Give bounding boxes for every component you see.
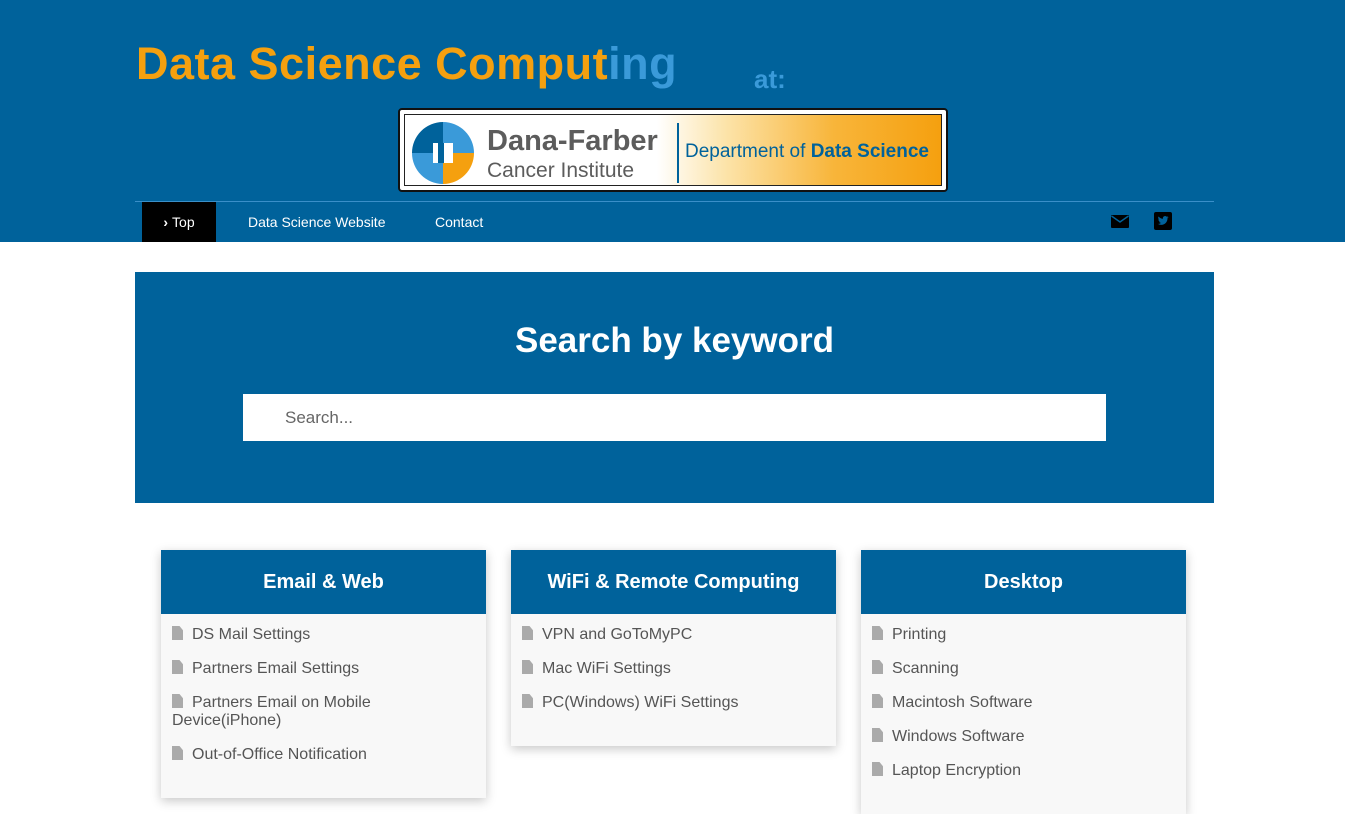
logo-panel: Dana-Farber Cancer Institute Department … (404, 114, 942, 186)
logo-department: Department of Data Science (685, 141, 929, 163)
list-item[interactable]: Out-of-Office Notification (172, 746, 476, 764)
list-item[interactable]: VPN and GoToMyPC (522, 626, 826, 644)
card-title: WiFi & Remote Computing (511, 550, 836, 614)
chevron-right-icon: › (163, 214, 169, 230)
dana-farber-mark-icon (412, 122, 474, 184)
nav-item-data-science-website[interactable]: Data Science Website (248, 202, 385, 242)
list-item[interactable]: Mac WiFi Settings (522, 660, 826, 678)
document-icon (872, 626, 883, 640)
nav-item-contact[interactable]: Contact (435, 202, 483, 242)
logo-name: Dana-Farber (487, 125, 658, 157)
card-title: Desktop (861, 550, 1186, 614)
card-title: Email & Web (161, 550, 486, 614)
site-title: Data Science Computing (136, 38, 677, 90)
category-card-email-web: Email & Web DS Mail Settings Partners Em… (161, 550, 486, 798)
logo-divider (677, 123, 679, 183)
envelope-icon[interactable] (1110, 211, 1130, 231)
document-icon (872, 728, 883, 742)
list-item[interactable]: DS Mail Settings (172, 626, 476, 644)
site-title-at: at: (754, 64, 786, 94)
document-icon (522, 660, 533, 674)
list-item[interactable]: Partners Email on Mobile Device(iPhone) (172, 694, 476, 730)
main-nav: › Top Data Science Website Contact (135, 202, 1214, 242)
document-icon (872, 660, 883, 674)
list-item[interactable]: Printing (872, 626, 1176, 644)
card-link-list: Printing Scanning Macintosh Software Win… (861, 614, 1186, 814)
document-icon (522, 694, 533, 708)
document-icon (872, 762, 883, 776)
list-item[interactable]: Windows Software (872, 728, 1176, 746)
nav-item-top-label: Top (172, 214, 195, 230)
document-icon (172, 626, 183, 640)
list-item[interactable]: Laptop Encryption (872, 762, 1176, 780)
list-item[interactable]: PC(Windows) WiFi Settings (522, 694, 826, 712)
list-item[interactable]: Scanning (872, 660, 1176, 678)
dana-farber-logo: Dana-Farber Cancer Institute Department … (398, 108, 948, 192)
list-item[interactable]: Macintosh Software (872, 694, 1176, 712)
card-link-list: VPN and GoToMyPC Mac WiFi Settings PC(Wi… (511, 614, 836, 746)
search-section: Search by keyword (135, 272, 1214, 503)
search-input[interactable] (243, 394, 1106, 441)
list-item[interactable]: Partners Email Settings (172, 660, 476, 678)
logo-subtitle: Cancer Institute (487, 159, 635, 182)
category-card-wifi-remote: WiFi & Remote Computing VPN and GoToMyPC… (511, 550, 836, 746)
nav-item-top[interactable]: › Top (142, 202, 216, 242)
document-icon (522, 626, 533, 640)
document-icon (172, 694, 183, 708)
twitter-icon[interactable] (1153, 211, 1173, 231)
document-icon (172, 746, 183, 760)
logo-dept-prefix: Department of (685, 141, 806, 162)
document-icon (872, 694, 883, 708)
site-header: Data Science Computing at: Dana-Farber C… (0, 0, 1345, 242)
logo-dept-bold: Data Science (810, 141, 929, 162)
site-title-main: Data Science Comput (136, 38, 609, 89)
document-icon (172, 660, 183, 674)
search-heading: Search by keyword (514, 321, 835, 360)
card-link-list: DS Mail Settings Partners Email Settings… (161, 614, 486, 798)
category-card-desktop: Desktop Printing Scanning Macintosh Soft… (861, 550, 1186, 814)
site-title-tail: ing (608, 38, 678, 89)
